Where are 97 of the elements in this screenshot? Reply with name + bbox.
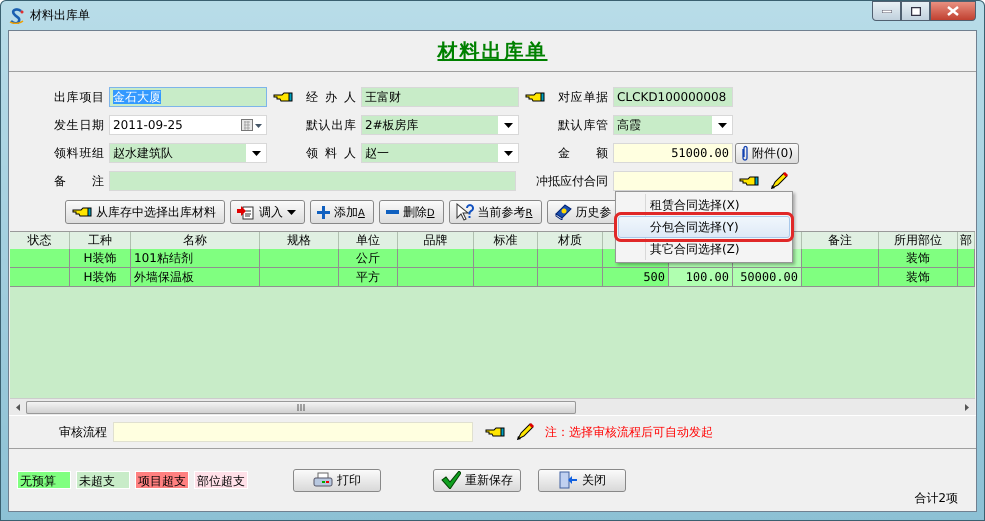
horizontal-scrollbar[interactable] — [10, 398, 975, 415]
dropdown-field[interactable]: 赵水建筑队 — [109, 143, 267, 163]
paste-icon — [237, 204, 255, 220]
attachment-button[interactable]: 附件(0) — [735, 142, 799, 164]
legend-swatch: 无预算 — [17, 471, 71, 489]
app-logo-icon — [9, 8, 25, 24]
maximize-button[interactable] — [901, 1, 930, 21]
column-header[interactable]: 工种 — [70, 232, 131, 249]
dropdown-field[interactable]: 赵一 — [361, 143, 519, 163]
field-label: 备 注 — [54, 172, 104, 190]
close-button[interactable] — [930, 1, 976, 21]
column-header[interactable]: 材质 — [538, 232, 603, 249]
approval-note: 注：选择审核流程后可自动发起 — [545, 424, 713, 440]
column-header[interactable]: 标准 — [474, 232, 538, 249]
column-header[interactable]: 名称 — [131, 232, 260, 249]
field-label: 领料班组 — [54, 144, 104, 162]
table-cell: 外墙保温板 — [131, 268, 260, 287]
form-heading: 材料出库单 — [438, 38, 548, 64]
column-header[interactable]: 备注 — [802, 232, 879, 249]
toolbar-button[interactable]: 添加A — [310, 200, 374, 224]
column-header[interactable]: 品牌 — [398, 232, 474, 249]
dropdown-field[interactable]: 2#板房库 — [361, 115, 519, 135]
column-header[interactable]: 状态 — [10, 232, 70, 249]
paperclip-icon — [741, 145, 749, 161]
toolbar-button[interactable]: 调入 — [230, 200, 305, 224]
plus-icon — [317, 206, 330, 218]
pointing-hand-icon[interactable] — [72, 206, 92, 218]
close-icon — [947, 6, 959, 16]
field-label: 对应单据 — [558, 88, 608, 106]
action-button[interactable]: 重新保存 — [433, 468, 521, 492]
legend-swatch: 项目超支 — [135, 471, 189, 489]
minimize-icon — [882, 10, 892, 12]
amount-field[interactable]: 51000.00 — [613, 143, 733, 163]
maximize-icon — [910, 6, 920, 16]
column-header[interactable]: 部 — [958, 232, 975, 249]
field-label: 默认出库 — [306, 116, 356, 134]
table-cell: 500 — [603, 268, 669, 287]
field-label: 发生日期 — [54, 116, 104, 134]
table-cell: 101粘结剂 — [131, 249, 260, 268]
pointing-hand-icon[interactable] — [525, 91, 545, 103]
dropdown-arrow-icon[interactable] — [504, 150, 512, 156]
table-cell: H装饰 — [70, 268, 131, 287]
note-field[interactable] — [109, 171, 516, 191]
dropdown-field[interactable]: 高霞 — [613, 115, 733, 135]
calendar-icon[interactable] — [241, 119, 263, 131]
table-cell: 50000.00 — [733, 268, 802, 287]
dropdown-arrow-icon[interactable] — [504, 122, 512, 128]
column-header[interactable]: 所用部位 — [879, 232, 958, 249]
minimize-button[interactable] — [872, 1, 901, 21]
scroll-right-icon[interactable] — [965, 404, 969, 410]
menu-item[interactable]: 租赁合同选择(X) — [618, 194, 790, 216]
column-header[interactable]: 规格 — [260, 232, 339, 249]
pointing-hand-icon[interactable] — [739, 175, 759, 187]
date-field[interactable]: 2011-09-25 — [109, 115, 267, 135]
table-cell: 公斤 — [339, 249, 398, 268]
action-button[interactable]: 关闭 — [538, 468, 626, 492]
total-count: 合计2项 — [914, 490, 958, 507]
toolbar-button[interactable]: 当前参考R — [448, 200, 542, 224]
input-field[interactable]: 王富财 — [361, 87, 519, 107]
column-header[interactable]: 单位 — [339, 232, 398, 249]
dropdown-arrow-icon[interactable] — [252, 150, 260, 156]
pen-icon[interactable] — [515, 423, 535, 441]
window-title: 材料出库单 — [30, 7, 90, 24]
action-button[interactable]: 打印 — [293, 468, 381, 492]
scroll-left-icon[interactable] — [16, 404, 20, 410]
approval-flow-field[interactable] — [113, 422, 473, 442]
pen-icon[interactable] — [769, 172, 789, 190]
input-field[interactable]: CLCKD100000008 — [613, 87, 733, 107]
dropdown-arrow-icon[interactable] — [287, 210, 296, 214]
field-label: 领 料 人 — [306, 144, 356, 162]
dropdown-arrow-icon[interactable] — [718, 122, 726, 128]
pointing-hand-icon[interactable] — [485, 426, 505, 438]
field-label: 经 办 人 — [306, 88, 356, 106]
legend-swatch: 未超支 — [76, 471, 130, 489]
menu-item[interactable]: 其它合同选择(Z) — [618, 238, 790, 260]
legend-swatch: 部位超支 — [194, 471, 248, 489]
field-label: 出库项目 — [54, 88, 104, 106]
table-cell: 装饰 — [879, 249, 958, 268]
field-label: 冲抵应付合同 — [536, 172, 608, 190]
grip-icon — [297, 404, 306, 410]
table-cell: 装饰 — [879, 268, 958, 287]
book-icon — [554, 204, 572, 220]
minus-icon — [386, 210, 399, 214]
contract-field[interactable] — [613, 171, 733, 191]
table-cell: 平方 — [339, 268, 398, 287]
pointing-hand-icon[interactable] — [273, 91, 293, 103]
checkmark-icon — [441, 471, 461, 489]
toolbar-button[interactable]: 删除D — [378, 200, 444, 224]
field-label: 审核流程 — [59, 424, 107, 440]
toolbar-button[interactable]: 从库存中选择出库材料 — [65, 200, 225, 224]
printer-icon — [313, 472, 333, 488]
question-cursor-icon — [456, 203, 474, 221]
table-cell: H装饰 — [70, 249, 131, 268]
field-label: 默认库管 — [558, 116, 608, 134]
door-exit-icon — [558, 471, 578, 489]
table-cell: 100.00 — [669, 268, 733, 287]
field-label: 金 额 — [558, 144, 608, 162]
